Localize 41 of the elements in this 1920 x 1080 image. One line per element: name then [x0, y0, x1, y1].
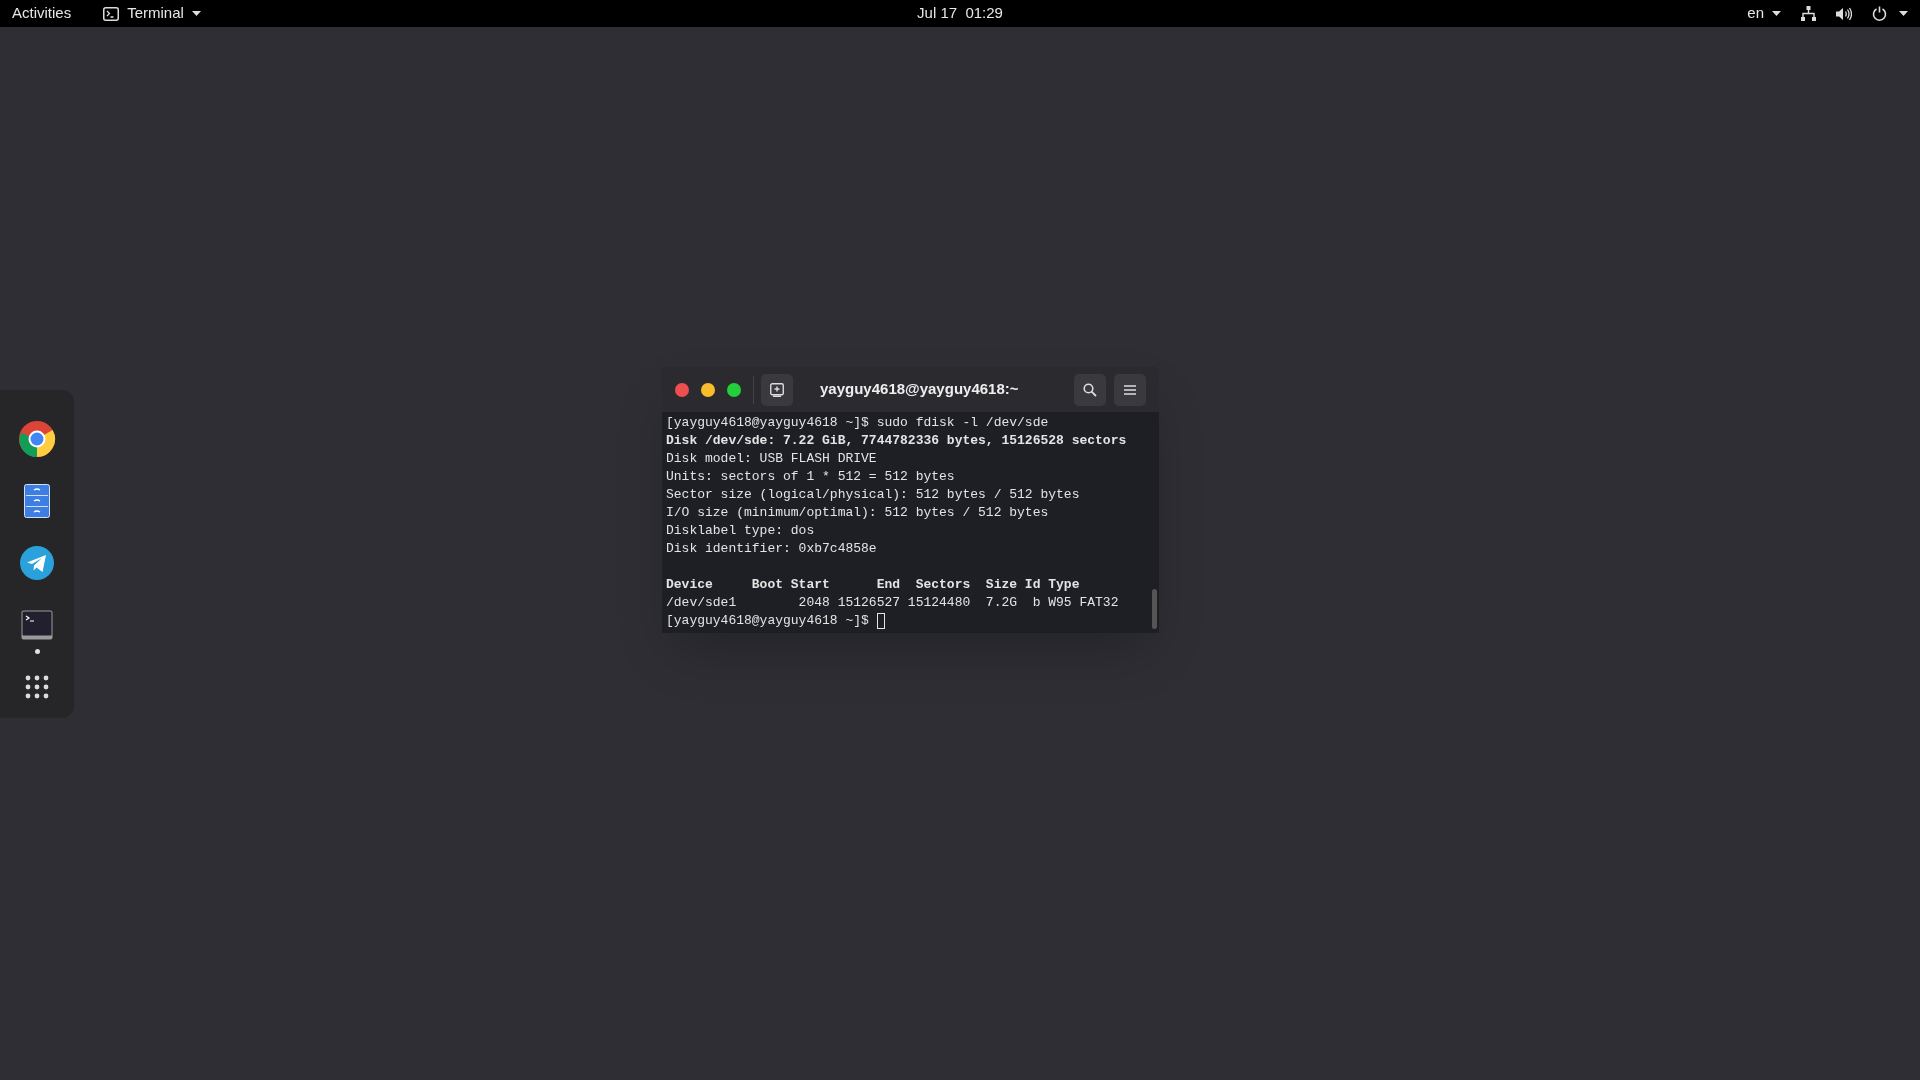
search-button[interactable] — [1074, 373, 1106, 406]
terminal-output-line: Disklabel type: dos — [666, 522, 816, 540]
terminal-icon — [103, 6, 120, 21]
new-tab-button[interactable] — [761, 373, 793, 406]
network-icon[interactable] — [1801, 6, 1816, 21]
search-icon — [1083, 382, 1097, 397]
terminal-output-line: Disk identifier: 0xb7c4858e — [666, 540, 878, 558]
paper-plane-icon[interactable] — [19, 545, 55, 581]
app-grid-icon[interactable] — [25, 675, 49, 699]
minimize-button[interactable] — [701, 382, 715, 397]
maximize-button[interactable] — [727, 382, 741, 397]
dropdown-caret-icon — [191, 11, 201, 16]
activities-button[interactable]: Activities — [12, 2, 72, 25]
dropdown-caret-icon — [1772, 11, 1781, 16]
file-cabinet-icon[interactable] — [24, 484, 50, 518]
keyboard-layout-menu[interactable]: en — [1747, 2, 1781, 25]
system-menu[interactable] — [1872, 6, 1908, 21]
terminal-icon[interactable] — [21, 610, 53, 640]
terminal-output-line: Sector size (logical/physical): 512 bytes / 512 bytes — [666, 486, 1081, 504]
browser-icon[interactable] — [18, 420, 56, 458]
terminal-output-line: Units: sectors of 1 * 512 = 512 bytes — [666, 468, 956, 486]
dropdown-caret-icon — [1899, 11, 1908, 16]
window-title: yayguy4618@yayguy4618:~ — [820, 379, 1019, 400]
terminal-output-line: [yayguy4618@yayguy4618 ~]$ sudo fdisk -l /dev/sde — [666, 414, 1050, 432]
terminal-output-line: /dev/sde1 2048 15126527 15124480 7.2G b W95 FAT32 — [666, 594, 1120, 612]
text-cursor — [876, 613, 885, 629]
app-menu[interactable]: Terminal — [103, 2, 201, 25]
close-button[interactable] — [675, 382, 689, 397]
clock[interactable]: Jul 17 01:29 — [917, 2, 1003, 25]
power-icon — [1872, 6, 1887, 21]
terminal-output-line: I/O size (minimum/optimal): 512 bytes / 512 bytes — [666, 504, 1050, 522]
menu-icon — [1124, 384, 1136, 395]
shell-prompt: [yayguy4618@yayguy4618 ~]$ — [666, 612, 870, 630]
scrollbar-thumb[interactable] — [1152, 589, 1157, 629]
volume-icon[interactable] — [1836, 6, 1852, 21]
menu-button[interactable] — [1114, 373, 1146, 406]
terminal-output-line: Device Boot Start End Sectors Size Id Type — [666, 576, 1081, 594]
new-tab-icon — [770, 382, 784, 397]
terminal-output-line: Disk model: USB FLASH DRIVE — [666, 450, 878, 468]
terminal-output-line: Disk /dev/sde: 7.22 GiB, 7744782336 bytes, 15126528 sectors — [666, 432, 1128, 450]
scrollbar[interactable] — [1151, 412, 1159, 633]
